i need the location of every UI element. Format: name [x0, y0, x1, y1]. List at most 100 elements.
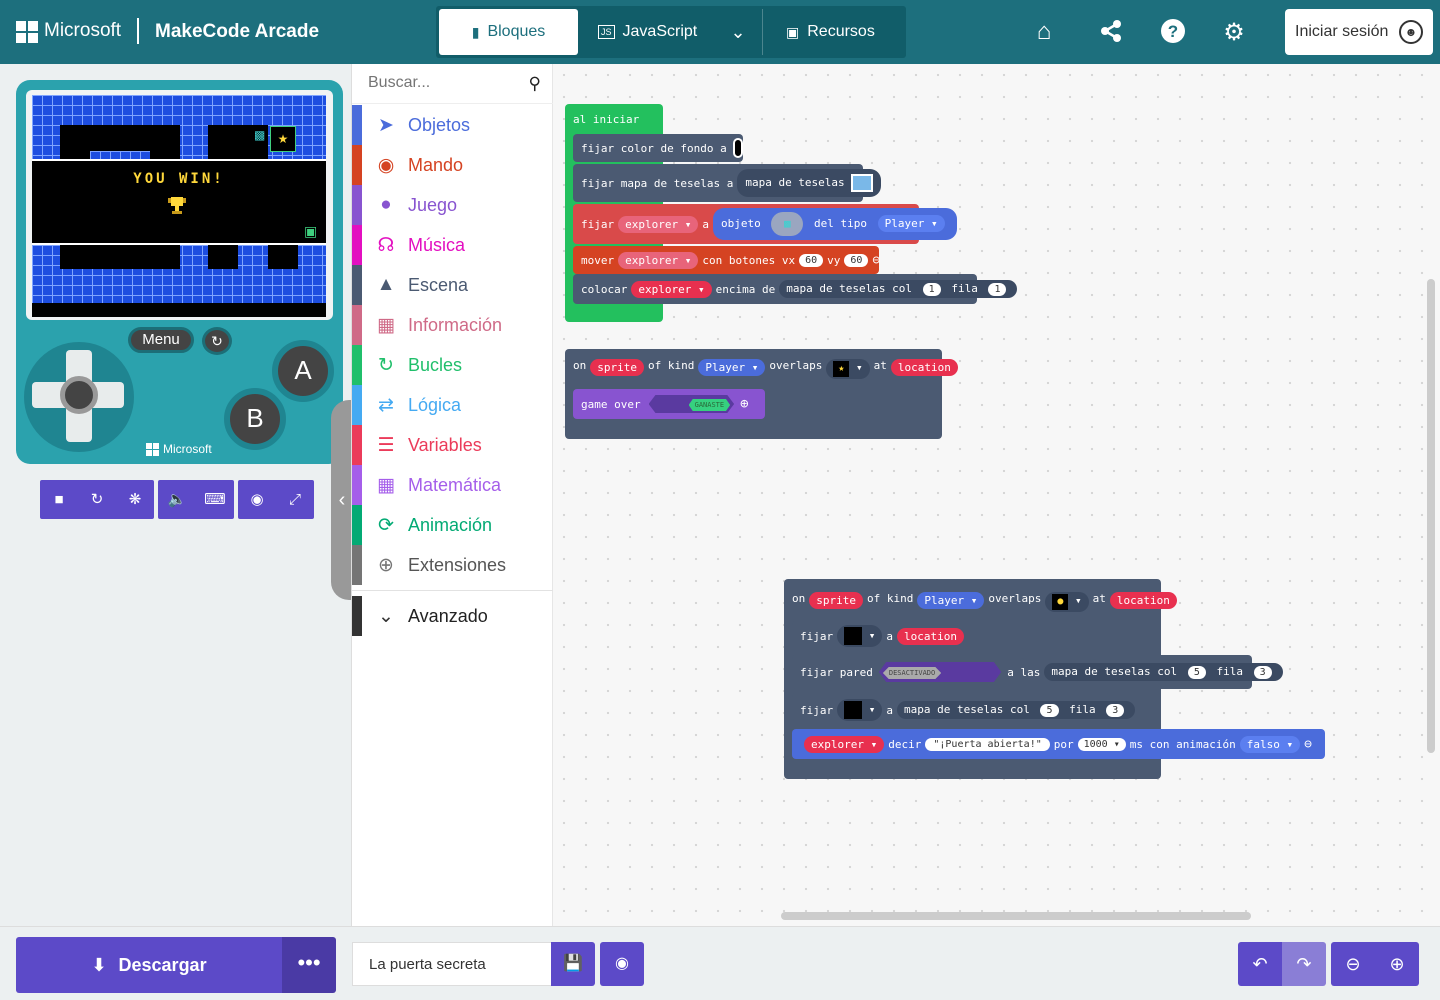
stop-icon[interactable]: ■: [40, 480, 78, 519]
category-matematica[interactable]: ▦ Matemática: [352, 465, 553, 505]
game-over-block[interactable]: game over GANASTE ⊕: [573, 389, 765, 419]
tile-dropdown[interactable]: ●: [1045, 592, 1089, 612]
vx-input[interactable]: 60: [799, 253, 824, 267]
save-icon[interactable]: 💾: [551, 942, 595, 986]
kind-dropdown[interactable]: Player: [917, 592, 985, 609]
signin-button[interactable]: Iniciar sesión ☻: [1285, 9, 1433, 55]
location-variable[interactable]: location: [1109, 592, 1177, 609]
category-logica[interactable]: ⇄ Lógica: [352, 385, 553, 425]
dpad-center[interactable]: [60, 376, 98, 414]
ms-dropdown[interactable]: 1000: [1077, 737, 1126, 751]
variable-dropdown[interactable]: explorer: [618, 251, 699, 269]
plus-circle-icon[interactable]: ⊕: [740, 396, 748, 412]
menu-button[interactable]: Menu: [128, 327, 194, 353]
move-sprite-block[interactable]: mover explorer con botones vx 60 vy 60 ⊖: [573, 246, 880, 274]
category-mando[interactable]: ◉ Mando: [352, 145, 553, 185]
category-avanzado[interactable]: ⌄ Avanzado: [352, 596, 553, 636]
restart-icon[interactable]: ↻: [78, 480, 116, 519]
variable-dropdown[interactable]: explorer: [631, 280, 712, 298]
keyboard-icon[interactable]: ⌨: [196, 480, 234, 519]
minus-circle-icon[interactable]: ⊖: [872, 253, 880, 268]
more-options-button[interactable]: •••: [282, 937, 336, 993]
microsoft-logo-icon[interactable]: [16, 21, 38, 43]
vertical-scrollbar[interactable]: [1427, 279, 1435, 753]
sound-icon[interactable]: 🔈: [158, 480, 196, 519]
set-sprite-block[interactable]: fijar explorer a objeto ▩ del tipo Playe…: [573, 204, 957, 244]
set-tile-at-block[interactable]: fijar a mapa de teselas col 5 fila 3: [792, 693, 1136, 727]
create-sprite-reporter[interactable]: objeto ▩ del tipo Player: [712, 208, 957, 240]
horizontal-scrollbar[interactable]: [781, 912, 1251, 920]
category-juego[interactable]: ● Juego: [352, 185, 553, 225]
category-escena[interactable]: ▲ Escena: [352, 265, 553, 305]
tilemap-col-reporter[interactable]: mapa de teselas col 5 fila 3: [1044, 663, 1283, 681]
category-informacion[interactable]: ▦ Información: [352, 305, 553, 345]
category-variables[interactable]: ☰ Variables: [352, 425, 553, 465]
tilemap-col-reporter[interactable]: mapa de teselas col 1 fila 1: [779, 280, 1018, 298]
message-input[interactable]: "¡Puerta abierta!": [925, 737, 1050, 751]
wall-toggle[interactable]: DESACTIVADO: [878, 662, 1002, 682]
tile-dropdown[interactable]: ★: [826, 359, 870, 379]
row-input[interactable]: 3: [1253, 666, 1272, 679]
app-name[interactable]: MakeCode Arcade: [155, 21, 319, 43]
animation-dropdown[interactable]: falso: [1239, 735, 1301, 753]
kind-dropdown[interactable]: Player: [877, 215, 945, 232]
kind-dropdown[interactable]: Player: [698, 359, 766, 376]
github-icon[interactable]: ◉: [600, 942, 644, 986]
zoom-in-icon[interactable]: ⊕: [1375, 942, 1419, 986]
set-wall-block[interactable]: fijar pared DESACTIVADO a las mapa de te…: [792, 655, 1283, 689]
variable-dropdown[interactable]: explorer: [804, 735, 885, 753]
home-icon[interactable]: ⌂: [1029, 18, 1059, 46]
b-button[interactable]: B: [224, 388, 286, 450]
col-input[interactable]: 5: [1187, 666, 1206, 679]
set-tile-block[interactable]: fijar a location: [792, 621, 964, 651]
sprite-variable[interactable]: sprite: [590, 359, 644, 376]
location-variable[interactable]: location: [890, 359, 958, 376]
set-background-color-block[interactable]: fijar color de fondo a: [573, 134, 743, 162]
tab-javascript[interactable]: JS JavaScript: [598, 9, 697, 55]
col-input[interactable]: 1: [922, 283, 941, 296]
sprite-variable[interactable]: sprite: [809, 592, 863, 609]
search-icon[interactable]: ⚲: [529, 74, 541, 94]
color-swatch[interactable]: [732, 138, 743, 158]
collapse-simulator-chevron-icon[interactable]: ‹: [331, 400, 353, 600]
location-variable[interactable]: location: [897, 627, 964, 645]
minus-circle-icon[interactable]: ⊖: [1304, 737, 1312, 752]
search-input[interactable]: [368, 74, 508, 92]
share-icon[interactable]: [1096, 18, 1126, 46]
variable-dropdown[interactable]: explorer: [618, 215, 699, 233]
category-musica[interactable]: ☊ Música: [352, 225, 553, 265]
win-toggle[interactable]: GANASTE: [648, 395, 735, 413]
tab-blocks[interactable]: ▮ Bloques: [439, 9, 578, 55]
set-tilemap-block[interactable]: fijar mapa de teselas a mapa de teselas: [573, 164, 882, 202]
say-block[interactable]: explorer decir "¡Puerta abierta!" por 10…: [792, 729, 1325, 759]
row-input[interactable]: 1: [988, 283, 1007, 296]
tile-dropdown[interactable]: [837, 625, 883, 647]
brand-name[interactable]: Microsoft: [44, 20, 121, 42]
fullscreen-icon[interactable]: ⤢: [276, 480, 314, 519]
download-button[interactable]: ⬇ Descargar: [16, 937, 282, 993]
help-icon[interactable]: ?: [1158, 18, 1188, 46]
category-bucles[interactable]: ↻ Bucles: [352, 345, 553, 385]
col-input[interactable]: 5: [1040, 704, 1059, 717]
category-animacion[interactable]: ⟳ Animación: [352, 505, 553, 545]
blocks-workspace[interactable]: al iniciar fijar color de fondo a fijar …: [553, 64, 1440, 926]
undo-icon[interactable]: ↶: [1238, 942, 1282, 986]
tilemap-reporter[interactable]: mapa de teselas: [737, 169, 882, 197]
language-dropdown[interactable]: ⌄: [726, 9, 750, 55]
vy-input[interactable]: 60: [844, 253, 869, 267]
game-screen[interactable]: ▩ ★ YOU WIN! ▣: [32, 95, 326, 317]
project-name-input[interactable]: [352, 942, 552, 986]
tile-dropdown[interactable]: [837, 699, 883, 721]
category-objetos[interactable]: ➤ Objetos: [352, 105, 553, 145]
a-button[interactable]: A: [272, 340, 334, 402]
redo-icon[interactable]: ↷: [1282, 942, 1326, 986]
tilemap-col-reporter[interactable]: mapa de teselas col 5 fila 3: [897, 701, 1136, 719]
screenshot-icon[interactable]: ◉: [238, 480, 276, 519]
category-extensiones[interactable]: ⊕ Extensiones: [352, 545, 553, 585]
zoom-out-icon[interactable]: ⊖: [1331, 942, 1375, 986]
row-input[interactable]: 3: [1106, 704, 1125, 717]
tab-assets[interactable]: ▣ Recursos: [786, 9, 875, 55]
gear-icon[interactable]: ⚙: [1219, 18, 1249, 46]
place-on-tile-block[interactable]: colocar explorer encima de mapa de tesel…: [573, 274, 1018, 304]
restart-icon[interactable]: ↻: [202, 327, 232, 355]
